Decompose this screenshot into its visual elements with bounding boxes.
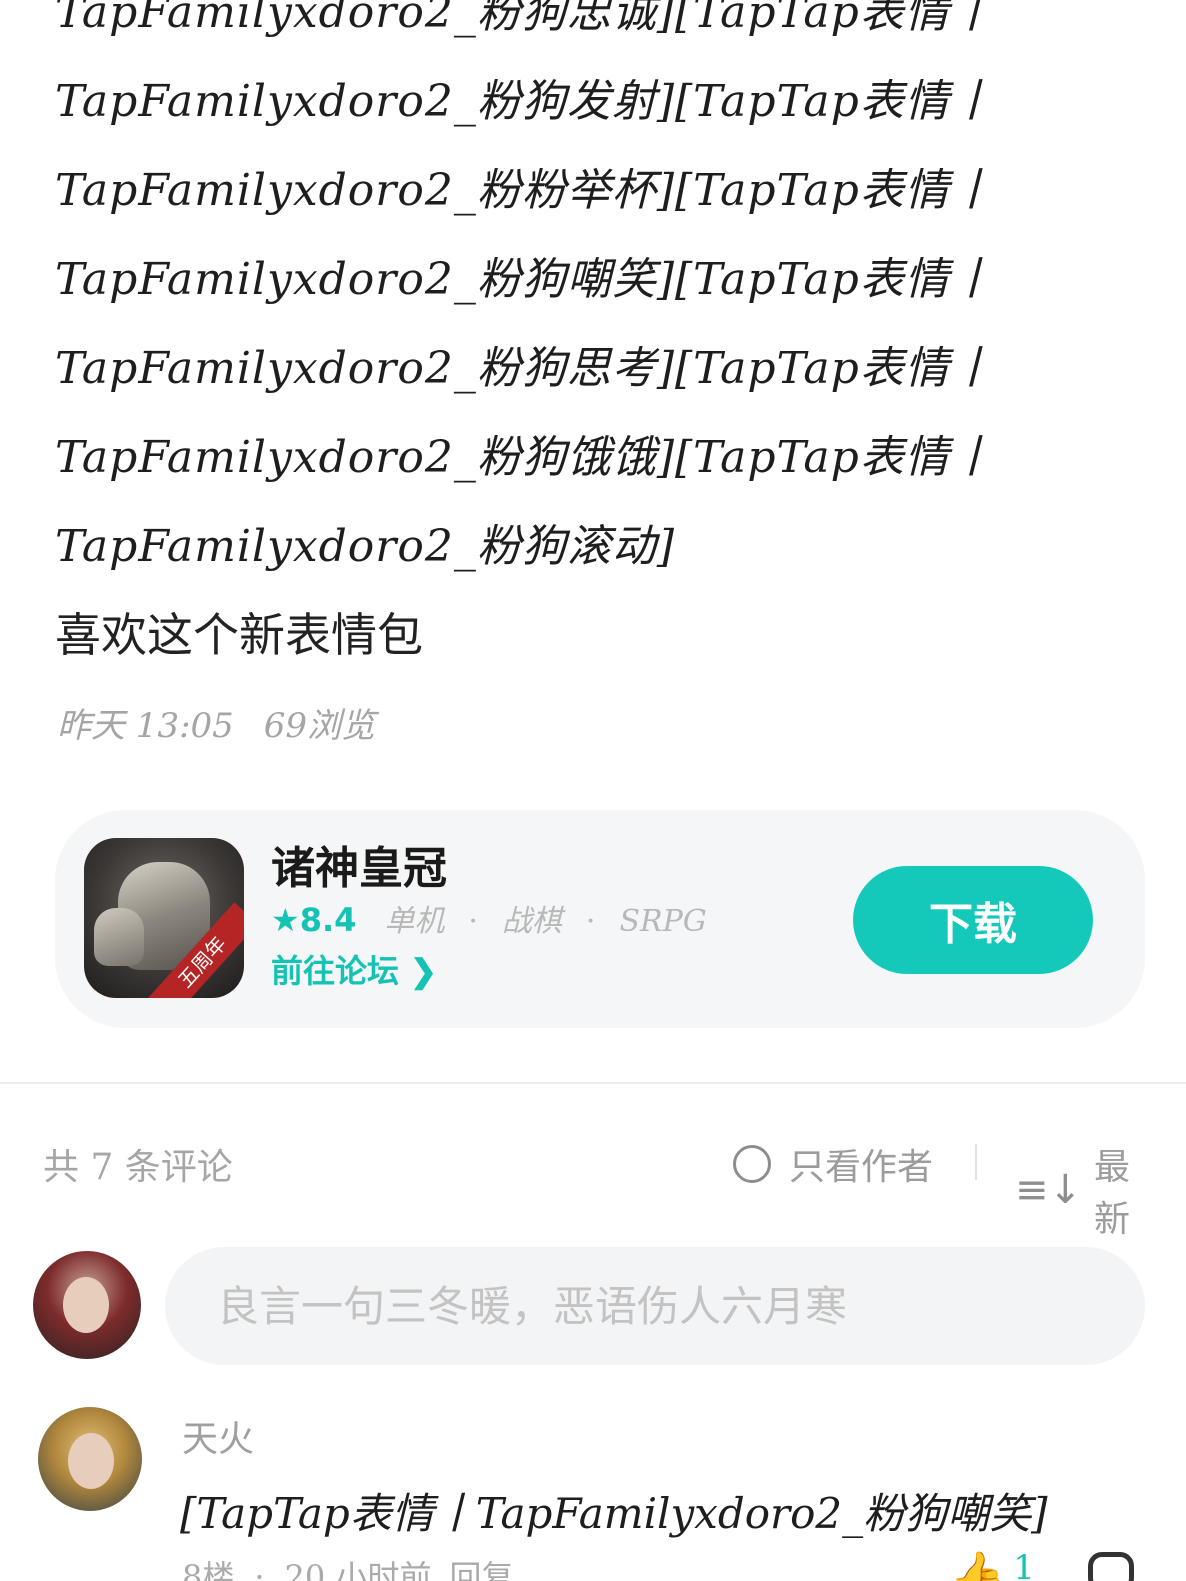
post-meta: 昨天 13:05 69浏览: [57, 698, 375, 747]
post-line: TapFamilyxdoro2_粉粉举杯][TapTap表情丨: [55, 165, 995, 216]
post-line: TapFamilyxdoro2_粉狗滚动]: [55, 521, 675, 572]
post-time: 昨天 13:05: [57, 706, 234, 746]
avatar-face: [68, 1433, 114, 1489]
post-line: TapFamilyxdoro2_粉狗发射][TapTap表情丨: [55, 76, 995, 127]
comment-input[interactable]: [165, 1247, 1145, 1365]
post-line: TapFamilyxdoro2_粉狗嘲笑][TapTap表情丨: [55, 254, 995, 305]
game-tag: 单机: [384, 904, 445, 939]
thumbs-up-icon: 👍: [948, 1548, 1006, 1581]
author-only-label: 只看作者: [789, 1147, 934, 1188]
game-card[interactable]: 五周年 诸神皇冠 ★8.4 单机 · 战棋 · SRPG 前往论坛 ❯ 下载: [55, 810, 1145, 1028]
helmet-shape: [94, 908, 144, 966]
post-line: TapFamilyxdoro2_粉狗饿饿][TapTap表情丨: [55, 432, 995, 483]
comment-username[interactable]: 天火: [182, 1410, 254, 1462]
comment-time: 20 小时前: [284, 1558, 432, 1581]
comments-header: 共 7 条评论 只看作者 ≡↓ 最新: [43, 1138, 1143, 1240]
comment-floor: 8楼: [182, 1558, 235, 1581]
post-body: TapFamilyxdoro2_粉狗忠诚][TapTap表情丨 TapFamil…: [55, 0, 1135, 665]
comment-count: 共 7 条评论: [43, 1147, 233, 1188]
sort-label: 最新: [1094, 1147, 1131, 1240]
post-line: TapFamilyxdoro2_粉狗思考][TapTap表情丨: [55, 343, 995, 394]
forum-link[interactable]: 前往论坛 ❯: [271, 946, 437, 992]
sort-button[interactable]: ≡↓ 最新: [1015, 1138, 1143, 1242]
like-button[interactable]: 👍 1: [948, 1548, 1035, 1581]
post-line: TapFamilyxdoro2_粉狗忠诚][TapTap表情丨: [55, 0, 995, 38]
game-name[interactable]: 诸神皇冠: [271, 832, 447, 896]
post-tail-text: 喜欢这个新表情包: [55, 608, 423, 662]
game-tag: 战棋: [501, 904, 562, 939]
meta-separator: ·: [254, 1558, 265, 1581]
avatar[interactable]: [38, 1407, 142, 1511]
comment-meta: 8楼 · 20 小时前 回复: [182, 1552, 513, 1581]
game-rating: ★8.4: [271, 901, 357, 939]
avatar-face: [63, 1277, 109, 1333]
comment-more-icon[interactable]: [1088, 1552, 1134, 1581]
like-count: 1: [1013, 1548, 1035, 1581]
game-icon[interactable]: 五周年: [84, 838, 244, 998]
tag-separator: ·: [468, 904, 478, 939]
section-divider: [0, 1082, 1186, 1084]
game-info: ★8.4 单机 · 战棋 · SRPG: [271, 896, 707, 940]
tag-separator: ·: [585, 904, 596, 939]
header-separator: [975, 1144, 977, 1180]
current-user-avatar[interactable]: [33, 1251, 141, 1359]
author-only-toggle[interactable]: 只看作者: [733, 1138, 933, 1190]
reply-button[interactable]: 回复: [449, 1558, 513, 1581]
post-views: 69浏览: [263, 706, 376, 746]
comment-text: [TapTap表情丨TapFamilyxdoro2_粉狗嘲笑]: [180, 1489, 1048, 1538]
download-button[interactable]: 下载: [853, 866, 1093, 974]
radio-circle-icon[interactable]: [733, 1145, 771, 1183]
sort-icon: ≡↓: [1015, 1167, 1083, 1213]
game-tag: SRPG: [619, 904, 707, 939]
